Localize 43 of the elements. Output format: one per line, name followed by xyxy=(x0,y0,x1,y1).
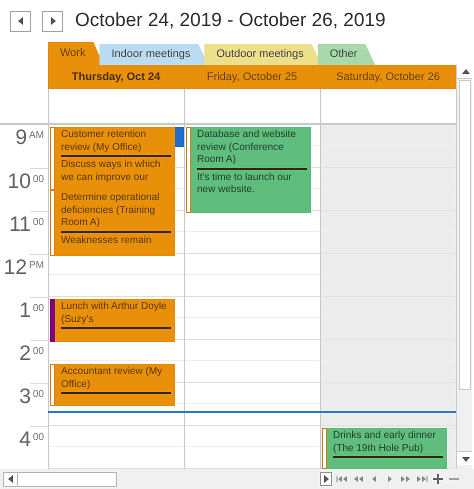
fast-forward-icon[interactable] xyxy=(400,474,412,484)
first-icon[interactable] xyxy=(336,474,348,484)
appointment-title: Drinks and early dinner (The 19th Hole Pub) xyxy=(333,430,443,458)
hour-label: 12 xyxy=(4,256,27,280)
appointment-title: Database and website review (Conference Room A) xyxy=(197,129,307,170)
horizontal-scrollbar[interactable] xyxy=(3,472,117,486)
next-button[interactable] xyxy=(42,10,63,32)
appointment-title: Accountant review (My Office) xyxy=(61,366,171,394)
left-arrow-icon xyxy=(16,15,26,27)
scroll-left-icon xyxy=(6,473,16,485)
hour-suffix: 00 xyxy=(32,388,44,402)
hour-label: 10 xyxy=(8,170,31,194)
hour-suffix: PM xyxy=(29,259,44,273)
scroll-right-icon xyxy=(321,473,331,485)
last-icon[interactable] xyxy=(416,474,428,484)
zoom-in-icon[interactable] xyxy=(432,474,444,484)
tab[interactable]: Other xyxy=(318,44,376,65)
hour-label: 11 xyxy=(9,213,31,237)
appointment-title: Customer retention review (My Office) xyxy=(61,129,171,157)
day-header: Saturday, October 26 xyxy=(320,65,456,89)
hour-suffix: 00 xyxy=(32,216,44,230)
day-header: Thursday, Oct 24 xyxy=(48,65,184,89)
date-range-title: October 24, 2019 - October 26, 2019 xyxy=(75,8,386,33)
previous-button[interactable] xyxy=(10,10,31,32)
hour-label: 1 xyxy=(19,299,31,323)
hour-label: 3 xyxy=(19,385,31,409)
hour-suffix: AM xyxy=(29,129,44,143)
hour-label: 9 xyxy=(15,126,27,150)
hour-suffix: 00 xyxy=(32,431,44,445)
appointment-description: Discuss ways in which we can improve our xyxy=(61,158,162,184)
more-appointments-marker[interactable] xyxy=(175,127,185,147)
appointment-title: Determine operational deficiencies (Training Room A) xyxy=(61,192,171,232)
hour-label: 4 xyxy=(19,428,31,452)
hour-suffix: 00 xyxy=(32,173,44,187)
hour-suffix: 00 xyxy=(32,302,44,316)
appointment-title: Lunch with Arthur Doyle (Suzy's xyxy=(61,301,171,329)
appointment-description: It's time to launch our new website. xyxy=(197,170,293,196)
hour-suffix: 00 xyxy=(32,345,44,359)
scroll-thumb[interactable] xyxy=(458,80,470,390)
day-header: Friday, October 25 xyxy=(184,65,320,89)
appointment-description: Weaknesses remain xyxy=(61,234,152,247)
fast-back-icon[interactable] xyxy=(352,474,364,484)
hour-label: 2 xyxy=(19,342,31,366)
